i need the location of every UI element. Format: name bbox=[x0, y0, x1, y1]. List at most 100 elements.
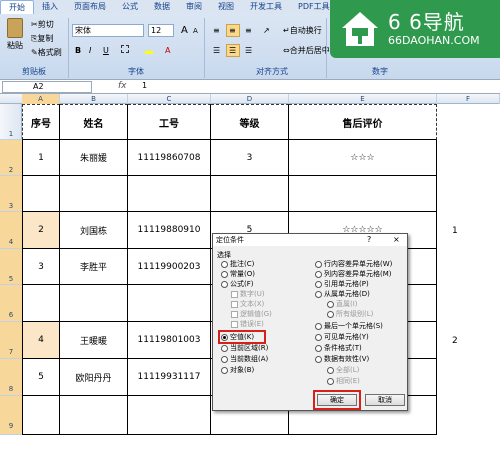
copy-button[interactable]: ⎘复制 bbox=[28, 32, 56, 45]
option-conditional-formats[interactable]: 条件格式(T) bbox=[315, 344, 362, 353]
cell-no[interactable]: 5 bbox=[22, 359, 60, 396]
borders-button[interactable] bbox=[118, 44, 132, 57]
header-cell-rating[interactable]: 售后评价 bbox=[289, 104, 437, 140]
paste-button[interactable]: 粘贴 bbox=[4, 18, 26, 58]
align-left-button[interactable]: ☰ bbox=[210, 44, 224, 57]
option-visible-cells[interactable]: 可见单元格(Y) bbox=[315, 333, 369, 342]
column-header-d[interactable]: D bbox=[211, 94, 289, 104]
cancel-button[interactable]: 取消 bbox=[365, 394, 405, 406]
fx-icon[interactable]: fx bbox=[118, 81, 127, 91]
cell-name[interactable]: 王暖暖 bbox=[60, 322, 128, 359]
cell-blank[interactable] bbox=[22, 176, 60, 212]
option-row-differences[interactable]: 行内容差异单元格(W) bbox=[315, 260, 392, 269]
cell-blank[interactable] bbox=[60, 176, 128, 212]
header-cell-id[interactable]: 工号 bbox=[128, 104, 211, 140]
column-header-f[interactable]: F bbox=[437, 94, 500, 104]
cell-name[interactable]: 欧阳丹丹 bbox=[60, 359, 128, 396]
row-header-3[interactable]: 3 bbox=[0, 176, 22, 212]
cell-blank[interactable] bbox=[22, 396, 60, 435]
row-header-9[interactable]: 9 bbox=[0, 396, 22, 435]
row-header-2[interactable]: 2 bbox=[0, 140, 22, 176]
header-cell-name[interactable]: 姓名 bbox=[60, 104, 128, 140]
option-constants[interactable]: 常量(O) bbox=[221, 270, 255, 279]
header-cell-no[interactable]: 序号 bbox=[22, 104, 60, 140]
cell-name[interactable]: 李胜平 bbox=[60, 249, 128, 285]
cell-no[interactable]: 4 bbox=[22, 322, 60, 359]
cell-id[interactable]: 11119931117 bbox=[128, 359, 211, 396]
cell-blank[interactable] bbox=[211, 176, 289, 212]
column-header-e[interactable]: E bbox=[289, 94, 437, 104]
tab-insert[interactable]: 插入 bbox=[34, 0, 66, 14]
fill-color-button[interactable] bbox=[142, 44, 156, 57]
cell-no[interactable]: 3 bbox=[22, 249, 60, 285]
option-last-cell[interactable]: 最后一个单元格(S) bbox=[315, 322, 383, 331]
cell-blank[interactable] bbox=[128, 176, 211, 212]
wrap-text-button[interactable]: ↵自动换行 bbox=[280, 24, 325, 37]
cell-name[interactable]: 刘国栋 bbox=[60, 212, 128, 249]
cell-id[interactable]: 11119880910 bbox=[128, 212, 211, 249]
option-current-region[interactable]: 当前区域(R) bbox=[221, 344, 268, 353]
option-data-validation[interactable]: 数据有效性(V) bbox=[315, 355, 369, 364]
cell-blank[interactable] bbox=[128, 396, 211, 435]
cell-blank[interactable] bbox=[60, 396, 128, 435]
cell-blank[interactable] bbox=[289, 176, 437, 212]
tab-data[interactable]: 数据 bbox=[146, 0, 178, 14]
column-header-c[interactable]: C bbox=[128, 94, 211, 104]
cell-id[interactable]: 11119900203 bbox=[128, 249, 211, 285]
align-middle-button[interactable]: ≡ bbox=[226, 24, 240, 37]
row-header-4[interactable]: 4 bbox=[0, 212, 22, 249]
row-header-6[interactable]: 6 bbox=[0, 285, 22, 322]
option-objects[interactable]: 对象(B) bbox=[221, 366, 254, 375]
align-right-button[interactable]: ☰ bbox=[242, 44, 256, 57]
name-box[interactable]: A2 bbox=[2, 81, 92, 93]
column-header-a[interactable]: A bbox=[22, 94, 60, 104]
align-bottom-button[interactable]: ≡ bbox=[242, 24, 256, 37]
cell-rating[interactable]: ☆☆☆ bbox=[289, 140, 437, 176]
row-header-1[interactable]: 1 bbox=[0, 104, 22, 140]
option-dependents[interactable]: 从属单元格(D) bbox=[315, 290, 370, 299]
grow-font-button[interactable]: A bbox=[178, 24, 191, 37]
cut-button[interactable]: ✂剪切 bbox=[28, 18, 57, 31]
cell-f4[interactable]: 1 bbox=[452, 226, 458, 236]
option-precedents[interactable]: 引用单元格(P) bbox=[315, 280, 369, 289]
underline-button[interactable]: U bbox=[100, 44, 112, 57]
tab-developer[interactable]: 开发工具 bbox=[242, 0, 290, 14]
row-header-5[interactable]: 5 bbox=[0, 249, 22, 285]
option-current-array[interactable]: 当前数组(A) bbox=[221, 355, 268, 364]
cell-id[interactable]: 11119860708 bbox=[128, 140, 211, 176]
tab-formulas[interactable]: 公式 bbox=[114, 0, 146, 14]
cell-blank[interactable] bbox=[128, 285, 211, 322]
header-cell-level[interactable]: 等级 bbox=[211, 104, 289, 140]
font-size-select[interactable]: 12 bbox=[148, 24, 174, 37]
formula-input[interactable]: 1 bbox=[142, 81, 147, 90]
tab-page-layout[interactable]: 页面布局 bbox=[66, 0, 114, 14]
cell-no[interactable]: 2 bbox=[22, 212, 60, 249]
align-center-button[interactable]: ☰ bbox=[226, 44, 240, 57]
option-formulas[interactable]: 公式(F) bbox=[221, 280, 254, 289]
cell-blank[interactable] bbox=[22, 285, 60, 322]
align-top-button[interactable]: ≡ bbox=[210, 24, 224, 37]
cell-f8[interactable]: 2 bbox=[452, 336, 458, 346]
italic-button[interactable]: I bbox=[86, 44, 94, 57]
option-column-differences[interactable]: 列内容差异单元格(M) bbox=[315, 270, 392, 279]
shrink-font-button[interactable]: A bbox=[190, 25, 201, 38]
tab-review[interactable]: 审阅 bbox=[178, 0, 210, 14]
bold-button[interactable]: B bbox=[72, 44, 84, 57]
option-comments[interactable]: 批注(C) bbox=[221, 260, 254, 269]
tab-view[interactable]: 视图 bbox=[210, 0, 242, 14]
tab-home[interactable]: 开始 bbox=[0, 0, 34, 14]
format-painter-button[interactable]: ✎格式刷 bbox=[28, 46, 65, 59]
column-header-b[interactable]: B bbox=[60, 94, 128, 104]
font-name-select[interactable]: 宋体 bbox=[72, 24, 144, 37]
orientation-button[interactable]: ↗ bbox=[260, 24, 274, 37]
cell-name[interactable]: 朱丽媛 bbox=[60, 140, 128, 176]
cell-id[interactable]: 11119801003 bbox=[128, 322, 211, 359]
cell-blank[interactable] bbox=[60, 285, 128, 322]
font-color-button[interactable]: A bbox=[162, 44, 173, 57]
close-icon[interactable]: × bbox=[393, 234, 400, 246]
cell-level[interactable]: 3 bbox=[211, 140, 289, 176]
row-header-7[interactable]: 7 bbox=[0, 322, 22, 359]
help-icon[interactable]: ? bbox=[367, 234, 371, 246]
cell-no[interactable]: 1 bbox=[22, 140, 60, 176]
row-header-8[interactable]: 8 bbox=[0, 359, 22, 396]
